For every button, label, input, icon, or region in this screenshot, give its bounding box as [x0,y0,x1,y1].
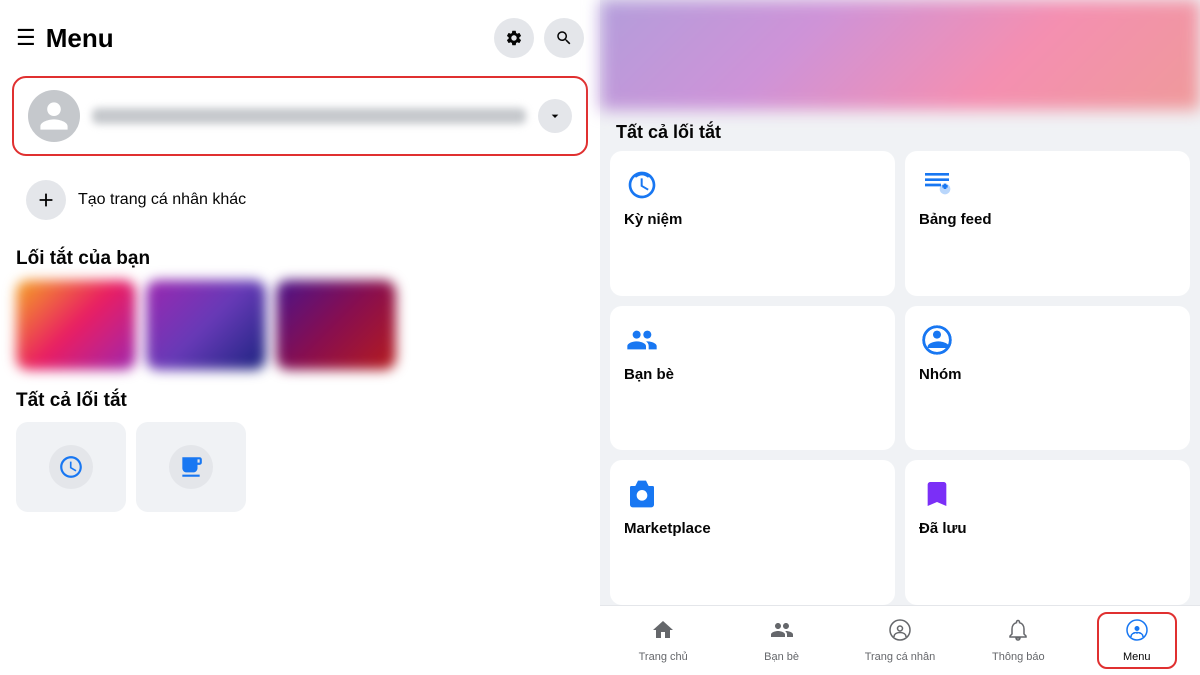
nav-item-ban-be[interactable]: Bạn bè [742,612,822,669]
group-blue-icon [919,322,955,358]
shortcut-card-marketplace[interactable]: Marketplace [610,460,895,605]
shortcut-blurred-1[interactable] [16,280,136,370]
shortcut-card-da-luu[interactable]: Đã lưu [905,460,1190,605]
all-shortcuts-title-right: Tất cả lối tắt [600,110,1200,151]
shortcuts-big-grid: Kỳ niệm Bảng feed Bạn bè [600,151,1200,605]
nav-label-trang-chu: Trang chủ [639,651,688,663]
hamburger-icon[interactable]: ☰ [16,25,36,51]
nav-item-trang-chu[interactable]: Trang chủ [623,612,703,669]
nav-label-menu: Menu [1123,651,1151,663]
feed-icon [169,445,213,489]
clock-blue-icon [624,167,660,203]
shortcut-card-bang-feed[interactable]: Bảng feed [905,151,1190,296]
shortcuts-grid [0,280,600,386]
avatar [28,90,80,142]
create-profile-label: Tạo trang cá nhân khác [78,191,246,209]
nav-notification-icon [1006,618,1030,648]
clock-icon [49,445,93,489]
nav-label-thong-bao: Thông báo [992,651,1045,663]
feed-blue-icon [919,167,955,203]
profile-card[interactable] [12,76,588,156]
profile-name [92,108,526,124]
right-top-blurred [600,0,1200,110]
da-luu-label: Đã lưu [919,520,1176,537]
search-button[interactable] [544,18,584,58]
nhom-label: Nhóm [919,366,1176,383]
right-panel: Tất cả lối tắt Kỳ niệm Bảng feed [600,0,1200,675]
nav-friends-icon [770,618,794,648]
shortcut-blurred-3[interactable] [276,280,396,370]
search-icon [555,29,573,47]
left-panel: ☰ Menu [0,0,600,675]
all-shortcuts-title-left: Tất cả lối tắt [0,386,600,422]
shortcut-blurred-2[interactable] [146,280,266,370]
saved-purple-icon [919,476,955,512]
chevron-down-icon [547,108,563,124]
bottom-nav: Trang chủ Bạn bè Trang cá nhân [600,605,1200,675]
expand-profile-button[interactable] [538,99,572,133]
create-profile-row[interactable]: Tạo trang cá nhân khác [12,170,588,230]
nav-item-thong-bao[interactable]: Thông báo [978,612,1058,669]
add-icon [35,189,57,211]
ky-niem-label: Kỳ niệm [624,211,881,228]
your-shortcuts-title: Lối tắt của bạn [0,244,600,280]
marketplace-blue-icon [624,476,660,512]
friends-blue-icon [624,322,660,358]
shortcut-clock[interactable] [16,422,126,512]
left-header: ☰ Menu [0,0,600,68]
shortcut-card-nhom[interactable]: Nhóm [905,306,1190,451]
shortcut-feed[interactable] [136,422,246,512]
marketplace-label: Marketplace [624,520,881,537]
nav-item-trang-ca-nhan[interactable]: Trang cá nhân [860,612,940,669]
bottom-shortcuts-grid [0,422,600,512]
gear-icon [505,29,523,47]
settings-button[interactable] [494,18,534,58]
ban-be-label: Bạn bè [624,366,881,383]
page-title: Menu [46,23,484,54]
nav-label-trang-ca-nhan: Trang cá nhân [865,651,936,663]
nav-label-ban-be: Bạn bè [764,651,799,663]
nav-menu-icon [1125,618,1149,648]
bang-feed-label: Bảng feed [919,211,1176,228]
plus-circle-icon [26,180,66,220]
home-icon [651,618,675,648]
shortcut-card-ban-be[interactable]: Bạn bè [610,306,895,451]
nav-profile-icon [888,618,912,648]
shortcut-card-ky-niem[interactable]: Kỳ niệm [610,151,895,296]
nav-item-menu[interactable]: Menu [1097,612,1177,669]
user-avatar-icon [37,99,71,133]
